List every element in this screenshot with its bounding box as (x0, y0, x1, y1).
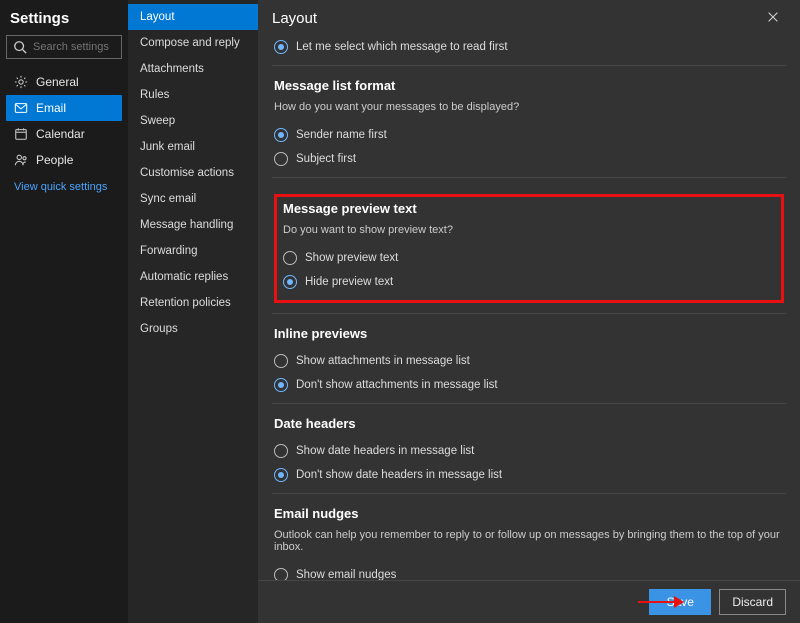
section-title: Message list format (274, 78, 784, 93)
section-title: Date headers (274, 416, 784, 431)
submenu-groups[interactable]: Groups (128, 316, 258, 342)
section-title: Inline previews (274, 326, 784, 341)
radio-label: Hide preview text (305, 276, 393, 288)
submenu-layout[interactable]: Layout (128, 4, 258, 30)
nav-label: Email (36, 101, 66, 115)
submenu-retention[interactable]: Retention policies (128, 290, 258, 316)
people-icon (14, 153, 28, 167)
submenu-forwarding[interactable]: Forwarding (128, 238, 258, 264)
close-icon (766, 10, 780, 24)
close-button[interactable] (760, 8, 786, 29)
radio-show-nudges[interactable]: Show email nudges (274, 563, 784, 580)
section-top: Let me select which message to read firs… (272, 33, 786, 66)
nav-label: General (36, 75, 79, 89)
nav-people[interactable]: People (6, 147, 122, 173)
radio-icon (274, 378, 288, 392)
radio-icon (274, 354, 288, 368)
section-date-headers: Date headers Show date headers in messag… (272, 404, 786, 494)
radio-read-first[interactable]: Let me select which message to read firs… (274, 35, 784, 59)
radio-show-date[interactable]: Show date headers in message list (274, 439, 784, 463)
radio-label: Show preview text (305, 252, 398, 264)
section-message-list: Message list format How do you want your… (272, 66, 786, 178)
nav-label: People (36, 153, 73, 167)
annotation-arrow (638, 596, 684, 608)
search-box[interactable] (6, 35, 122, 59)
settings-main: Layout Let me select which message to re… (258, 0, 800, 623)
settings-submenu: Layout Compose and reply Attachments Rul… (128, 0, 258, 623)
submenu-junk[interactable]: Junk email (128, 134, 258, 160)
nav-email[interactable]: Email (6, 95, 122, 121)
radio-icon (283, 275, 297, 289)
discard-button[interactable]: Discard (719, 589, 786, 615)
section-title: Message preview text (283, 201, 775, 216)
radio-hide-attach[interactable]: Don't show attachments in message list (274, 373, 784, 397)
radio-icon (274, 444, 288, 458)
radio-label: Subject first (296, 153, 356, 165)
submenu-rules[interactable]: Rules (128, 82, 258, 108)
footer: Save Discard (258, 580, 800, 623)
radio-label: Let me select which message to read firs… (296, 41, 508, 53)
radio-label: Sender name first (296, 129, 387, 141)
nav-label: Calendar (36, 127, 85, 141)
radio-icon (274, 468, 288, 482)
section-title: Email nudges (274, 506, 784, 521)
radio-label: Show email nudges (296, 569, 396, 580)
submenu-sync[interactable]: Sync email (128, 186, 258, 212)
section-desc: How do you want your messages to be disp… (274, 101, 784, 113)
radio-show-preview[interactable]: Show preview text (283, 246, 775, 270)
search-icon (13, 40, 27, 54)
view-quick-settings-link[interactable]: View quick settings (6, 173, 122, 201)
search-input[interactable] (33, 41, 115, 53)
main-header: Layout (258, 0, 800, 33)
radio-subject-first[interactable]: Subject first (274, 147, 784, 171)
submenu-auto-replies[interactable]: Automatic replies (128, 264, 258, 290)
settings-sidebar: Settings General Email Calendar People V… (0, 0, 128, 623)
submenu-attachments[interactable]: Attachments (128, 56, 258, 82)
radio-show-attach[interactable]: Show attachments in message list (274, 349, 784, 373)
submenu-customise[interactable]: Customise actions (128, 160, 258, 186)
page-title: Layout (272, 10, 317, 27)
radio-label: Don't show date headers in message list (296, 469, 502, 481)
submenu-sweep[interactable]: Sweep (128, 108, 258, 134)
radio-sender-first[interactable]: Sender name first (274, 123, 784, 147)
submenu-compose[interactable]: Compose and reply (128, 30, 258, 56)
radio-icon (274, 40, 288, 54)
mail-icon (14, 101, 28, 115)
radio-icon (274, 568, 288, 580)
section-preview-text: Message preview text Do you want to show… (272, 178, 786, 314)
nav-general[interactable]: General (6, 69, 122, 95)
radio-icon (274, 152, 288, 166)
section-desc: Do you want to show preview text? (283, 224, 775, 236)
highlight-box: Message preview text Do you want to show… (274, 194, 784, 303)
radio-hide-preview[interactable]: Hide preview text (283, 270, 775, 294)
nav-calendar[interactable]: Calendar (6, 121, 122, 147)
section-inline-previews: Inline previews Show attachments in mess… (272, 314, 786, 404)
radio-label: Show attachments in message list (296, 355, 470, 367)
main-scroll[interactable]: Let me select which message to read firs… (258, 33, 800, 580)
radio-label: Don't show attachments in message list (296, 379, 498, 391)
radio-icon (274, 128, 288, 142)
submenu-handling[interactable]: Message handling (128, 212, 258, 238)
calendar-icon (14, 127, 28, 141)
settings-title: Settings (6, 8, 122, 35)
radio-icon (283, 251, 297, 265)
radio-hide-date[interactable]: Don't show date headers in message list (274, 463, 784, 487)
gear-icon (14, 75, 28, 89)
radio-label: Show date headers in message list (296, 445, 474, 457)
section-desc: Outlook can help you remember to reply t… (274, 529, 784, 553)
section-email-nudges: Email nudges Outlook can help you rememb… (272, 494, 786, 580)
